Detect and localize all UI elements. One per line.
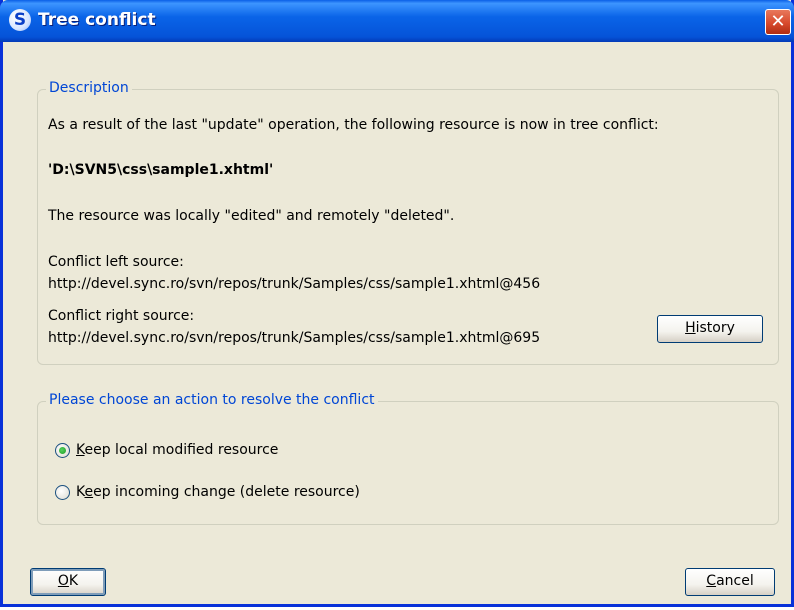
resource-status: The resource was locally "edited" and re…	[48, 208, 455, 224]
keep-incoming-radio[interactable]	[55, 485, 70, 500]
left-source-url: http://devel.sync.ro/svn/repos/trunk/Sam…	[48, 276, 541, 292]
description-group: Description As a result of the last "upd…	[37, 80, 779, 365]
app-logo-icon: S	[9, 9, 31, 31]
keep-local-radio[interactable]	[55, 443, 70, 458]
description-intro: As a result of the last "update" operati…	[48, 117, 659, 133]
ok-button[interactable]: OK	[30, 568, 106, 596]
resource-path: 'D:\SVN5\css\sample1.xhtml'	[48, 162, 274, 178]
history-button[interactable]: History	[657, 315, 763, 343]
close-button[interactable]: ✕	[765, 9, 791, 35]
title-bar[interactable]: S Tree conflict ✕	[0, 0, 794, 42]
keep-local-label[interactable]: Keep local modified resource	[76, 442, 278, 458]
description-legend: Description	[46, 80, 132, 96]
left-source-label: Conflict left source:	[48, 254, 184, 270]
dialog-title: Tree conflict	[38, 10, 156, 30]
cancel-button-label: Cancel	[706, 573, 754, 589]
close-icon: ✕	[770, 11, 786, 32]
ok-button-label: OK	[57, 573, 79, 589]
keep-incoming-label[interactable]: Keep incoming change (delete resource)	[76, 484, 360, 500]
action-legend: Please choose an action to resolve the c…	[46, 392, 378, 408]
right-source-url: http://devel.sync.ro/svn/repos/trunk/Sam…	[48, 330, 541, 346]
tree-conflict-dialog: S Tree conflict ✕ Description As a resul…	[0, 0, 794, 607]
cancel-button[interactable]: Cancel	[685, 568, 775, 596]
action-group: Please choose an action to resolve the c…	[37, 392, 779, 525]
right-source-label: Conflict right source:	[48, 308, 195, 324]
history-button-label: History	[685, 320, 735, 336]
